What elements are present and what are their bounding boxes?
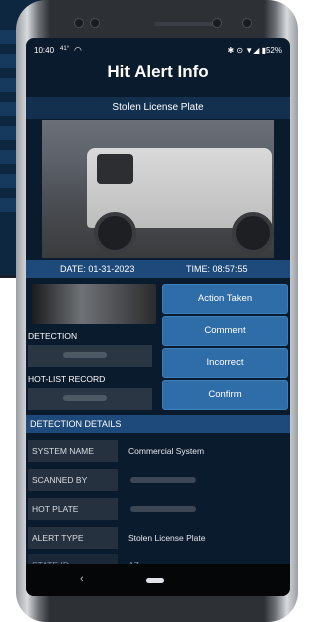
detail-row: ALERT TYPE Stolen License Plate	[26, 527, 290, 549]
incorrect-button[interactable]: Incorrect	[162, 348, 288, 378]
sensor-icon	[212, 18, 222, 28]
status-temperature: 41°	[60, 46, 70, 52]
status-bar: 10:40 41° ◠ ✱ ⊙ ▼◢ ▮52%	[26, 43, 290, 57]
sensor-icon	[90, 18, 100, 28]
detail-value: Stolen License Plate	[128, 533, 206, 543]
hotlist-record-value	[28, 388, 152, 410]
back-icon[interactable]: ‹	[80, 573, 84, 585]
alert-date: DATE: 01-31-2023	[60, 264, 135, 274]
alert-type-header: Stolen License Plate	[26, 97, 290, 119]
page-title: Hit Alert Info	[107, 62, 209, 81]
detection-value	[28, 345, 152, 367]
detail-key: SCANNED BY	[28, 469, 118, 491]
detail-row: SCANNED BY	[26, 469, 290, 491]
truck-window	[97, 154, 133, 184]
app-screen: 10:40 41° ◠ ✱ ⊙ ▼◢ ▮52% Hit Alert Info S…	[26, 38, 290, 596]
vehicle-photo[interactable]	[42, 120, 274, 258]
status-time: 10:40	[34, 46, 55, 55]
detail-key: HOT PLATE	[28, 498, 118, 520]
front-camera-icon	[242, 18, 252, 28]
comment-button[interactable]: Comment	[162, 316, 288, 346]
detail-row: HOT PLATE	[26, 498, 290, 520]
android-nav-bar: ‹	[26, 564, 290, 596]
timestamp-bar: DATE: 01-31-2023 TIME: 08:57:55	[26, 260, 290, 278]
detection-details-header: DETECTION DETAILS	[26, 415, 290, 433]
hotlist-record-label: HOT-LIST RECORD	[28, 374, 106, 384]
detection-label: DETECTION	[28, 331, 78, 341]
plate-thumbnail[interactable]	[32, 284, 156, 324]
truck-wheel	[94, 212, 136, 254]
confirm-button[interactable]: Confirm	[162, 380, 288, 410]
camera-icon	[74, 18, 84, 28]
redacted-value	[130, 506, 196, 512]
wifi-icon: ◠	[74, 45, 82, 55]
truck-wheel	[232, 212, 274, 254]
home-icon[interactable]	[146, 578, 164, 583]
detail-key: SYSTEM NAME	[28, 440, 118, 462]
detail-row: SYSTEM NAME Commercial System	[26, 440, 290, 462]
earpiece	[154, 22, 214, 26]
detail-key: ALERT TYPE	[28, 527, 118, 549]
action-taken-button[interactable]: Action Taken	[162, 284, 288, 314]
redacted-value	[130, 477, 196, 483]
alert-time: TIME: 08:57:55	[186, 264, 248, 274]
detail-value: Commercial System	[128, 446, 205, 456]
status-right-icons: ✱ ⊙ ▼◢ ▮52%	[227, 46, 282, 55]
